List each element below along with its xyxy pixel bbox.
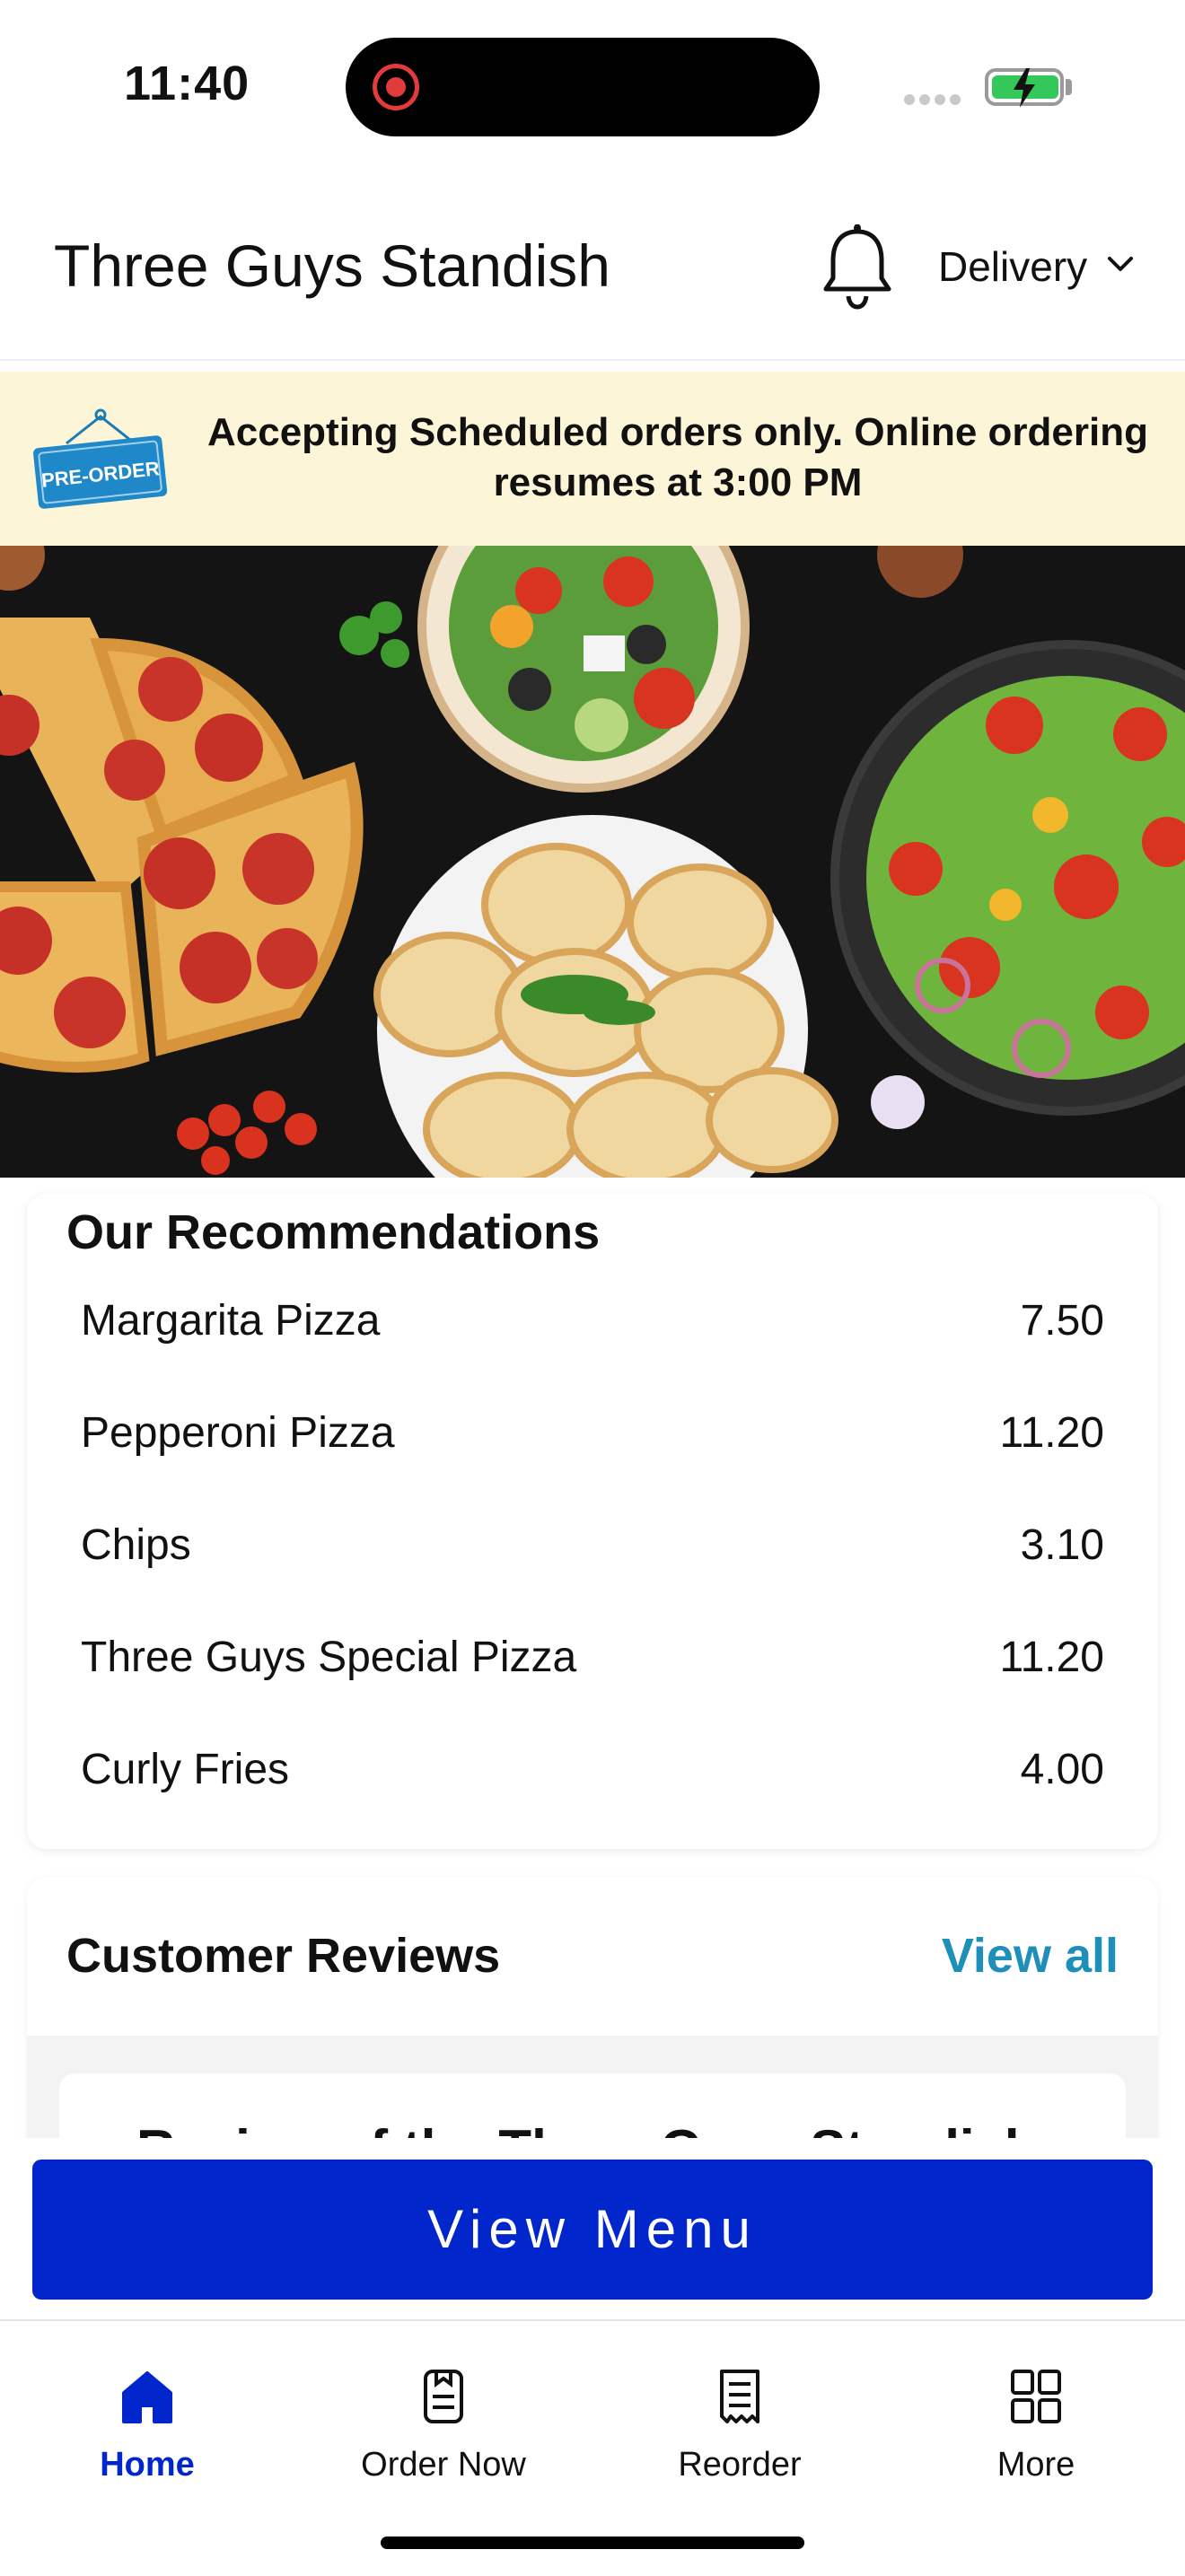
view-menu-bar: View Menu [0, 2138, 1185, 2319]
item-price: 7.50 [1020, 1297, 1104, 1345]
recommendation-item[interactable]: Margarita Pizza 7.50 [81, 1287, 1104, 1359]
nav-label: More [996, 2446, 1075, 2484]
item-name: Curly Fries [81, 1746, 290, 1793]
order-icon [424, 2370, 463, 2423]
battery-cap [1066, 79, 1072, 95]
status-bar: 11:40 [0, 0, 1185, 171]
status-time: 11:40 [124, 57, 250, 110]
item-name: Margarita Pizza [81, 1297, 381, 1345]
nav-more[interactable]: More [919, 2366, 1153, 2484]
recommendations-title: Our Recommendations [66, 1205, 601, 1259]
recommendation-item[interactable]: Pepperoni Pizza 11.20 [81, 1399, 1104, 1471]
nav-label: Home [100, 2446, 195, 2484]
delivery-mode-selector[interactable]: Delivery [938, 242, 1087, 291]
nav-reorder[interactable]: Reorder [623, 2366, 856, 2484]
item-name: Chips [81, 1521, 191, 1569]
home-indicator[interactable] [381, 2537, 804, 2549]
nav-label: Reorder [678, 2446, 802, 2484]
notification-bell-icon[interactable] [819, 221, 896, 311]
item-price: 11.20 [999, 1634, 1104, 1681]
signal-icon [904, 93, 967, 105]
pre-order-sign-icon: PRE-ORDER [33, 408, 168, 509]
scheduled-orders-banner: Accepting Scheduled orders only. Online … [0, 372, 1185, 546]
battery-icon [985, 68, 1064, 108]
recommendation-item[interactable]: Chips 3.10 [81, 1511, 1104, 1583]
item-price: 4.00 [1020, 1746, 1104, 1793]
nav-label: Order Now [361, 2446, 526, 2484]
recommendation-item[interactable]: Curly Fries 4.00 [81, 1736, 1104, 1808]
home-icon [122, 2371, 172, 2423]
view-all-reviews-link[interactable]: View all [942, 1928, 1119, 1984]
item-price: 11.20 [999, 1409, 1104, 1457]
hero-food-image [0, 546, 1185, 1178]
nav-home[interactable]: Home [31, 2366, 264, 2484]
view-menu-button[interactable]: View Menu [32, 2160, 1153, 2300]
app-header: Three Guys Standish Delivery [0, 171, 1185, 361]
item-name: Pepperoni Pizza [81, 1409, 395, 1457]
store-name: Three Guys Standish [54, 232, 610, 299]
dynamic-island [346, 38, 820, 136]
item-name: Three Guys Special Pizza [81, 1634, 577, 1681]
nav-order-now[interactable]: Order Now [327, 2366, 560, 2484]
recommendations-card: Our Recommendations Margarita Pizza 7.50… [27, 1194, 1158, 1849]
chevron-down-icon[interactable] [1102, 246, 1138, 282]
reviews-title: Customer Reviews [66, 1929, 501, 1983]
receipt-icon [720, 2370, 759, 2423]
grid-icon [1011, 2370, 1061, 2423]
banner-message: Accepting Scheduled orders only. Online … [206, 410, 1148, 504]
recording-indicator-icon [373, 64, 419, 110]
recommendation-item[interactable]: Three Guys Special Pizza 11.20 [81, 1624, 1104, 1695]
item-price: 3.10 [1020, 1521, 1104, 1569]
